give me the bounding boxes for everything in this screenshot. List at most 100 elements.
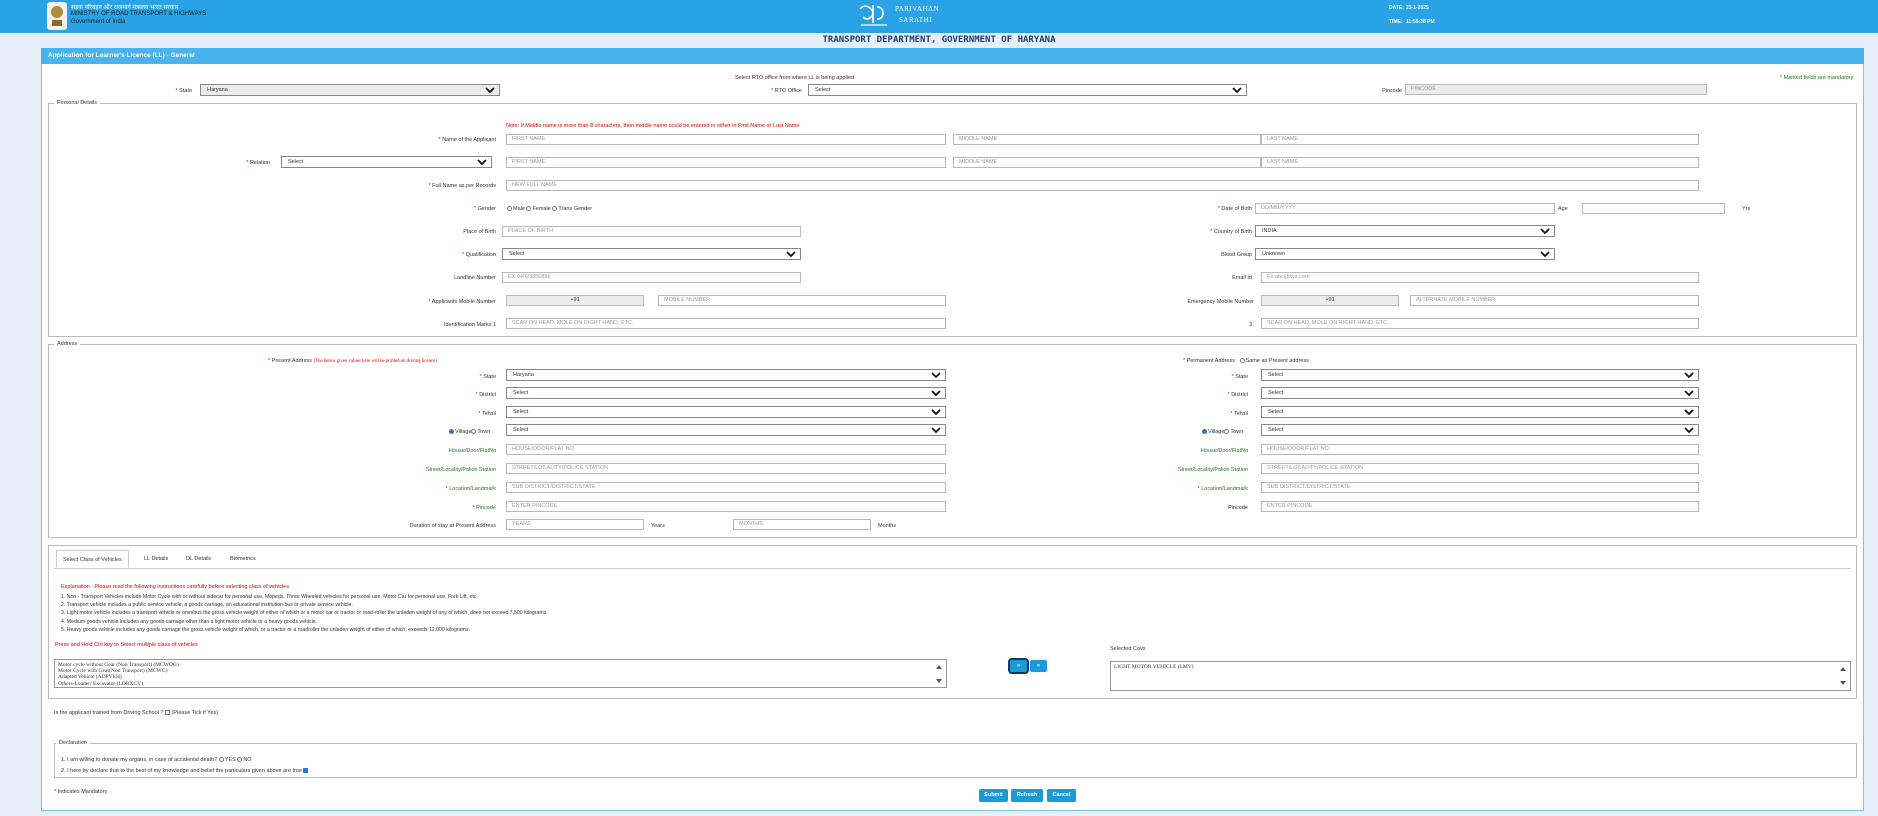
- time-label: TIME:: [1389, 19, 1403, 25]
- present-street-field[interactable]: STREET/LOCALITY/POLICE STATION: [506, 463, 946, 474]
- present-pincode-label: * Pincode: [472, 505, 496, 511]
- identification-mark1-field[interactable]: SCAR ON HEAD, MOLE ON RIGHT HAND, ETC.: [506, 318, 946, 329]
- present-house-field[interactable]: HOUSE/DOOR/FLAT NO: [506, 444, 946, 455]
- relation-last-name-field[interactable]: LAST NAME: [1261, 157, 1699, 168]
- emergency-mobile-label: Emergency Mobile Number: [1187, 299, 1254, 305]
- last-name-field[interactable]: LAST NAME: [1261, 134, 1699, 145]
- tab-dl-details[interactable]: DL Details: [180, 550, 217, 568]
- years-field[interactable]: YEARS: [506, 519, 644, 530]
- organ-yes-radio[interactable]: [218, 757, 224, 763]
- gender-female-radio[interactable]: [526, 206, 532, 212]
- scroll-arrows-icon[interactable]: [1839, 665, 1847, 687]
- driving-school-checkbox[interactable]: [164, 710, 170, 716]
- present-village-town-radio: Village Town: [449, 429, 490, 435]
- relation-select[interactable]: Select: [281, 156, 492, 168]
- relation-first-name-field[interactable]: FIRST NAME: [506, 157, 946, 168]
- declaration-checkbox[interactable]: [303, 768, 309, 774]
- chevron-down-icon: [1232, 87, 1242, 94]
- first-name-field[interactable]: FIRST NAME: [506, 134, 946, 145]
- declaration-legend: Declaration: [56, 740, 90, 746]
- perm-house-field[interactable]: HOUSE/DOOR/FLAT NO: [1261, 444, 1699, 455]
- identification-mark2-field[interactable]: SCAR ON HEAD, MOLE ON RIGHT HAND, ETC.: [1261, 318, 1699, 329]
- age-field[interactable]: [1582, 203, 1725, 214]
- tab-biometrics[interactable]: Biometrics: [224, 550, 262, 568]
- ctrl-select-note: Press and Hold Ctrl key to Select multip…: [55, 642, 198, 648]
- vehicle-option[interactable]: Others-Loader/ Excavator (LDRXCV): [58, 681, 943, 687]
- perm-village-town-radio: Village Town: [1202, 429, 1243, 435]
- perm-tehsil-select[interactable]: Select: [1261, 406, 1699, 418]
- perm-district-select[interactable]: Select: [1261, 387, 1699, 399]
- perm-street-field[interactable]: STREET/LOCALITY/POLICE STATION: [1261, 463, 1699, 474]
- submit-button[interactable]: Submit: [979, 789, 1008, 802]
- perm-town-radio[interactable]: [1224, 429, 1230, 435]
- qualification-select[interactable]: Select: [502, 248, 801, 260]
- present-village-radio[interactable]: [449, 429, 454, 435]
- landline-label: Landline Number: [454, 275, 496, 281]
- explanation-item-3: 3. Light motor vehicle includes a transp…: [61, 610, 548, 616]
- perm-village-select[interactable]: Select: [1261, 424, 1699, 436]
- parivahan-logo-icon: [859, 5, 887, 26]
- gender-trans-radio[interactable]: [552, 206, 558, 212]
- perm-street-label: Street/Locality/Police Station: [1177, 467, 1248, 473]
- dob-field[interactable]: DD/MM/YYYY: [1255, 203, 1555, 214]
- identification-mark1-label: Identification Marks 1: [444, 322, 496, 328]
- vehicle-class-listbox[interactable]: Motor cycle without Gear (Non Transport)…: [54, 659, 947, 688]
- present-pincode-field[interactable]: ENTER PINCODE: [506, 501, 946, 512]
- add-vehicle-button[interactable]: »: [1008, 658, 1029, 674]
- cancel-button[interactable]: Cancel: [1047, 789, 1076, 802]
- full-name-field[interactable]: NEW FULL NAME: [506, 180, 1699, 191]
- pincode-field[interactable]: PINCODE: [1405, 84, 1707, 95]
- present-village-select[interactable]: Select: [506, 424, 946, 436]
- refresh-button[interactable]: Refresh: [1011, 789, 1043, 802]
- present-tehsil-select[interactable]: Select: [506, 406, 946, 418]
- mobile-number-field[interactable]: MOBILE NUMBER: [658, 295, 946, 306]
- selected-cov-item[interactable]: LIGHT MOTOR VEHICLE (LMV): [1114, 664, 1847, 670]
- remove-vehicle-button[interactable]: «: [1030, 660, 1047, 672]
- middle-name-field[interactable]: MIDDLE NAME: [953, 134, 1261, 145]
- place-of-birth-field[interactable]: PLACE OF BIRTH: [502, 226, 801, 237]
- selected-covs-listbox[interactable]: LIGHT MOTOR VEHICLE (LMV): [1110, 661, 1851, 691]
- present-state-select[interactable]: Haryana: [506, 369, 946, 381]
- government-name: Government of India: [71, 19, 126, 25]
- present-location-field[interactable]: SUB DISTRICT/DISTRICT/STATE: [506, 482, 946, 493]
- tab-ll-details[interactable]: LL Details: [138, 550, 174, 568]
- emergency-mobile-field[interactable]: ALTERNATE MOBILE NUMBER: [1410, 295, 1699, 306]
- months-field[interactable]: MONTHS: [733, 519, 871, 530]
- address-legend: Address: [54, 341, 81, 347]
- country-label: * Country of Birth: [1210, 229, 1252, 235]
- state-select[interactable]: Haryana: [200, 84, 500, 96]
- present-district-select[interactable]: Select: [506, 387, 946, 399]
- blood-group-select[interactable]: Unknown: [1255, 248, 1555, 260]
- perm-state-select[interactable]: Select: [1261, 369, 1699, 381]
- perm-village-radio[interactable]: [1202, 429, 1207, 435]
- declaration-statement: 2. I here by declare that to the best of…: [61, 768, 309, 774]
- state-label: * State: [175, 88, 192, 94]
- present-house-label: House/Door/FlatNo: [448, 448, 496, 454]
- perm-pincode-field[interactable]: ENTER PINCODE: [1261, 501, 1699, 512]
- gender-trans-label: Trans Gender: [558, 206, 593, 212]
- present-address-heading: * Present Address (The below given value…: [268, 358, 437, 364]
- time-value: 11:55:38 PM: [1406, 19, 1435, 25]
- same-as-present-radio[interactable]: [1239, 358, 1245, 364]
- perm-tehsil-label: * Tehsil: [1230, 411, 1248, 417]
- perm-house-label: House/Door/FlatNo: [1200, 448, 1248, 454]
- rto-office-select[interactable]: Select: [808, 84, 1247, 96]
- present-town-radio[interactable]: [471, 429, 477, 435]
- perm-location-label: * Location/Landmark: [1197, 486, 1248, 492]
- email-field[interactable]: Ex:abc@xyz.com: [1261, 272, 1699, 283]
- perm-location-field[interactable]: SUB DISTRICT/DISTRICT/STATE: [1261, 482, 1699, 493]
- tab-select-class-of-vehicles[interactable]: Select Class of Vehicles: [56, 550, 129, 568]
- present-state-label: * State: [479, 374, 496, 380]
- relation-middle-name-field[interactable]: MIDDLE NAME: [953, 157, 1261, 168]
- scroll-arrows-icon[interactable]: [935, 663, 943, 685]
- chevron-down-icon: [931, 372, 941, 379]
- country-select[interactable]: INDIA: [1255, 225, 1555, 237]
- duration-label: Duration of stay at Present Address: [409, 523, 496, 529]
- landline-field[interactable]: EX:04023856856: [502, 272, 801, 283]
- gender-male-radio[interactable]: [507, 206, 512, 212]
- emergency-code-field: +91: [1261, 295, 1399, 306]
- full-name-label: * Full Name as per Records: [428, 183, 496, 189]
- explanation-title: Explanation : Please read the following …: [61, 584, 290, 590]
- middle-name-note: Note: If Middle name is more than 8 char…: [506, 123, 800, 129]
- organ-no-radio[interactable]: [237, 757, 243, 763]
